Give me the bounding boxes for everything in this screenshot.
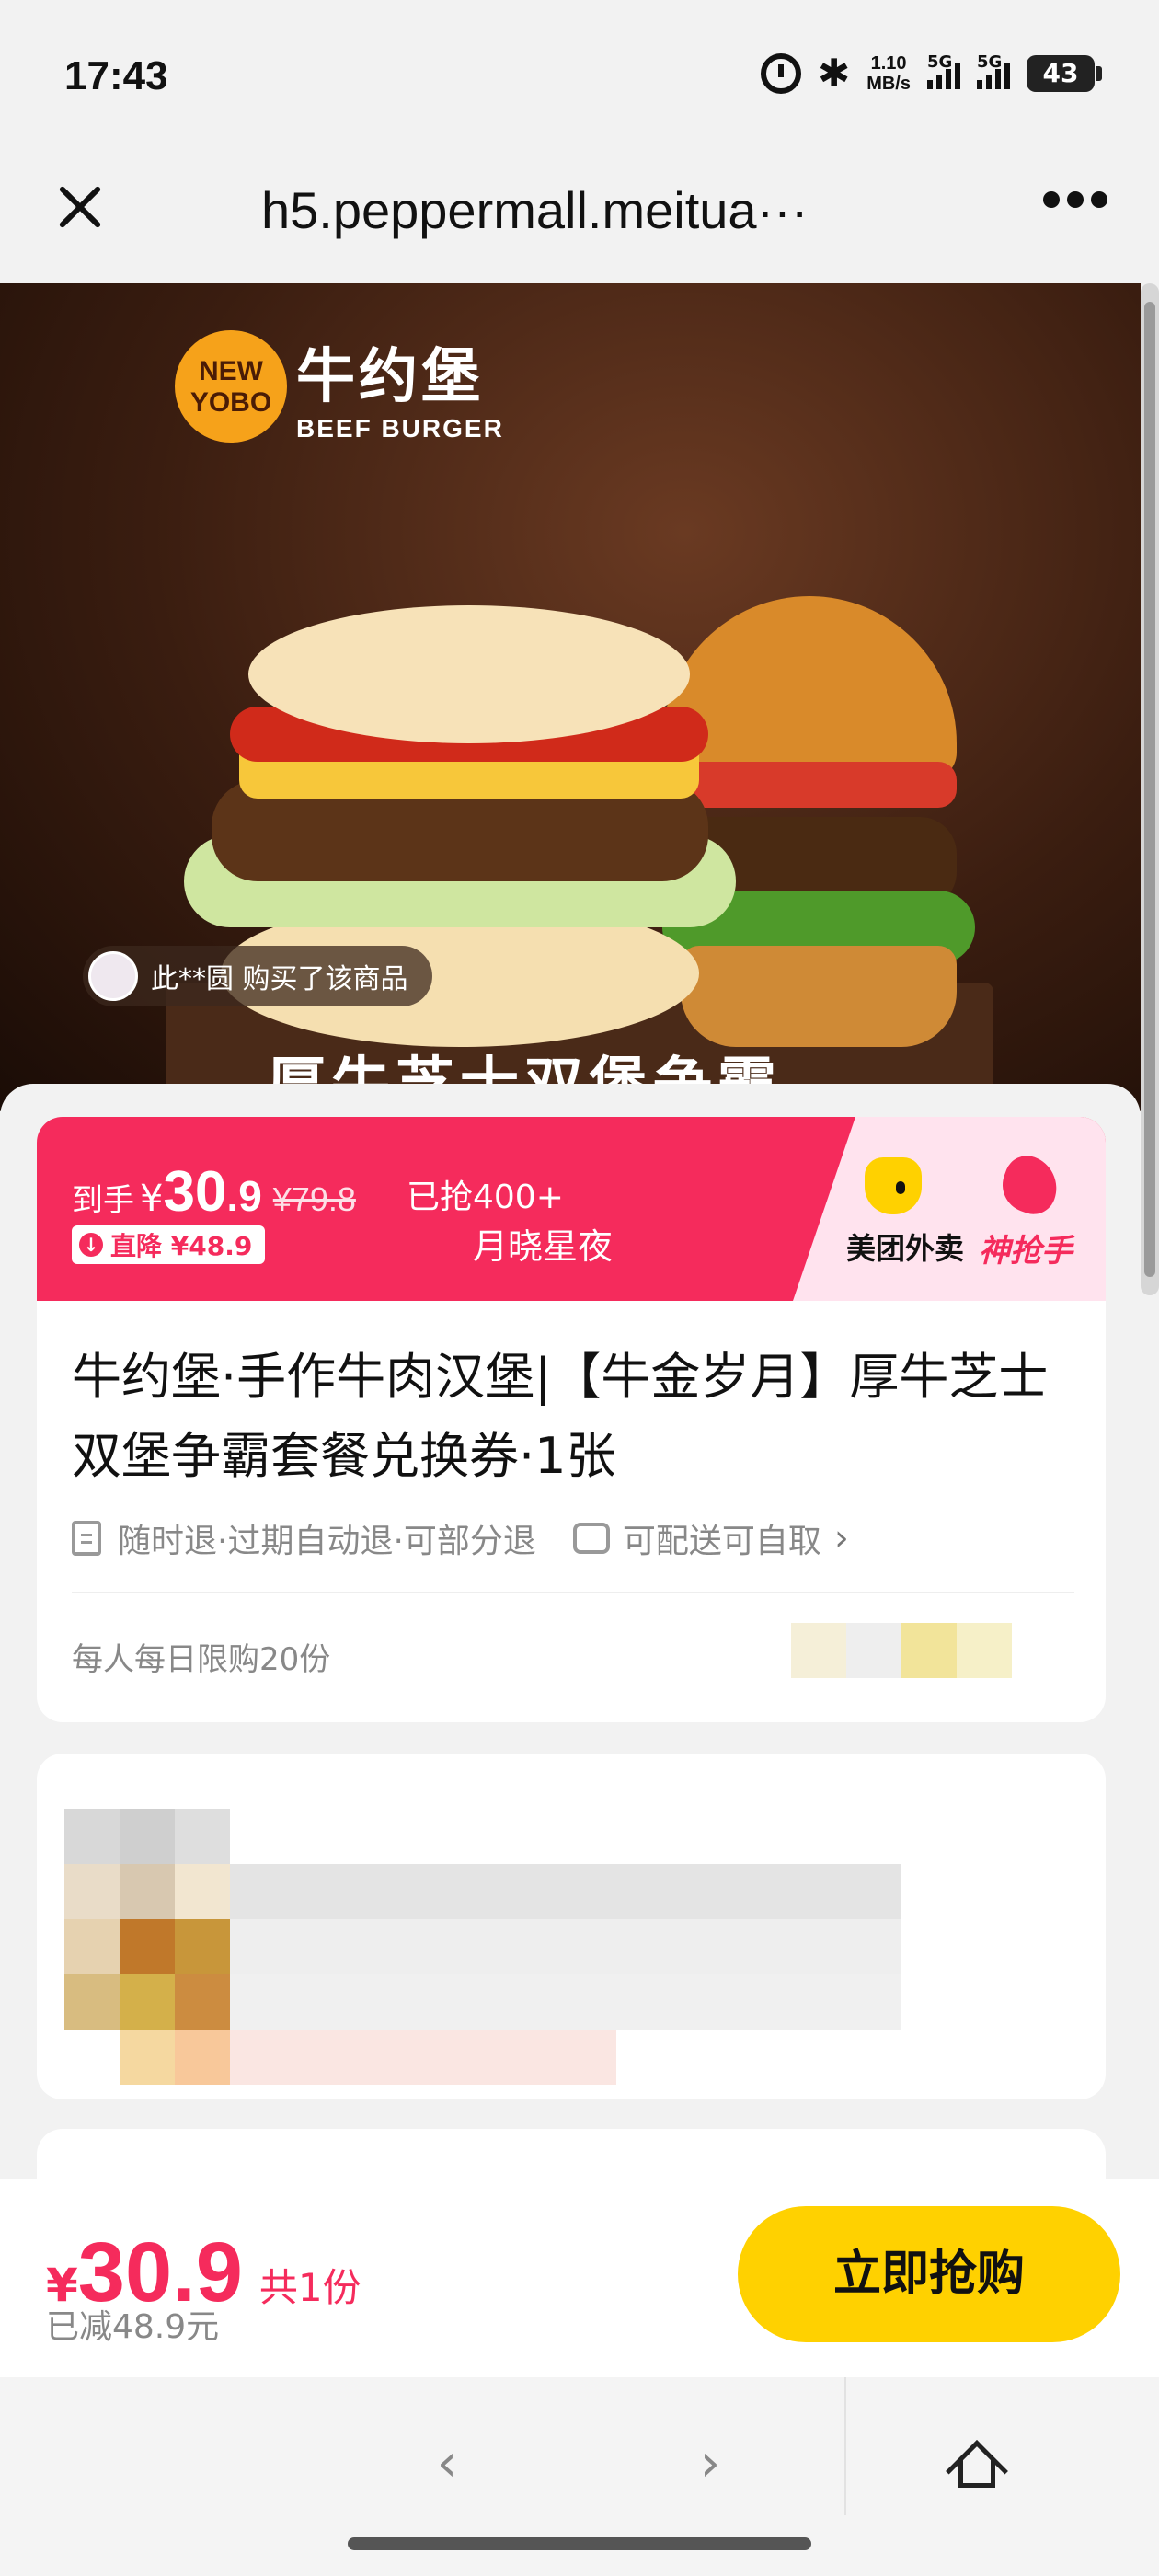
status-time: 17:43 xyxy=(64,53,168,98)
net-speed: 1.10 MB/s xyxy=(866,53,911,94)
url-text[interactable]: h5.peppermall.meitua··· xyxy=(261,180,924,240)
home-indicator[interactable] xyxy=(348,2537,811,2550)
signal-icon-2: 5G xyxy=(977,52,1010,89)
arrow-down-icon: ↓ xyxy=(79,1233,103,1257)
logo-cn: 牛约堡 xyxy=(296,343,484,411)
final-price-label: 到手 xyxy=(72,1182,134,1219)
burger-illustration xyxy=(166,596,993,1111)
browser-bar: h5.peppermall.meitua··· xyxy=(0,147,1159,283)
brand-meituan-waimai: 美团外卖 xyxy=(846,1231,965,1266)
net-speed-value: 1.10 xyxy=(870,52,907,74)
original-price: ¥79.8 xyxy=(272,1180,356,1218)
delivery-icon xyxy=(572,1523,610,1554)
page: 17:43 ✱ 1.10 MB/s 5G 5G 43 h5.peppermall… xyxy=(0,0,1159,2576)
price-banner: 到手 ¥ 30 .9 ¥79.8 已抢400+ ↓ 直降 ¥48.9 月晓星夜 … xyxy=(37,1117,1106,1301)
logo-en: BEEF BURGER xyxy=(296,414,504,443)
bluetooth-icon: ✱ xyxy=(818,51,851,96)
signal-icon-1: 5G xyxy=(927,52,960,89)
banner-brand-area xyxy=(793,1117,1106,1301)
price-decimal: .9 xyxy=(226,1172,262,1220)
sold-count: 已抢400+ xyxy=(407,1179,564,1216)
price-drop-text: 直降 ¥48.9 xyxy=(110,1231,253,1261)
logo-text: 牛约堡 BEEF BURGER xyxy=(296,329,504,443)
price-drop-tag: ↓ 直降 ¥48.9 xyxy=(72,1225,266,1264)
refund-policy: 随时退·过期自动退·可部分退 xyxy=(118,1523,536,1560)
product-info-card: 牛约堡·手作牛肉汉堡|【牛金岁月】厚牛芝士双堡争霸套餐兑换券·1张 随时退·过期… xyxy=(37,1301,1106,1722)
status-icons: ✱ 1.10 MB/s 5G 5G 43 xyxy=(761,51,1102,96)
divider xyxy=(844,2377,846,2515)
logo-badge: NEW YOBO xyxy=(175,330,287,443)
delivery-option: 可配送可自取 xyxy=(622,1523,821,1560)
recent-buyer-text: 此**圆 购买了该商品 xyxy=(151,963,408,995)
currency-symbol: ¥ xyxy=(140,1178,164,1220)
alarm-icon xyxy=(761,52,801,94)
signal-2-label: 5G xyxy=(977,52,1003,72)
close-icon[interactable] xyxy=(52,179,107,235)
document-icon xyxy=(72,1521,101,1556)
scrollbar[interactable] xyxy=(1141,283,1159,1295)
footer-quantity: 共1份 xyxy=(258,2265,361,2310)
meituan-mascot-icon xyxy=(865,1157,922,1214)
brand-logo: NEW YOBO 牛约堡 BEEF BURGER xyxy=(175,329,504,443)
final-price: 到手 ¥ 30 .9 ¥79.8 xyxy=(72,1159,356,1225)
status-bar: 17:43 ✱ 1.10 MB/s 5G 5G 43 xyxy=(0,0,1159,147)
divider xyxy=(72,1592,1074,1593)
policy-row[interactable]: 随时退·过期自动退·可部分退 可配送可自取 › xyxy=(72,1514,849,1562)
product-hero-image[interactable]: NEW YOBO 牛约堡 BEEF BURGER 此**圆 购买了该商品 厚牛芝… xyxy=(0,283,1141,1111)
store-info-card-redacted[interactable] xyxy=(37,1754,1106,2099)
promo-slogan: 月晓星夜 xyxy=(473,1226,614,1267)
forward-icon[interactable]: › xyxy=(683,2436,738,2491)
signal-1-label: 5G xyxy=(927,52,953,72)
price-integer: 30 xyxy=(163,1160,227,1224)
buy-now-button[interactable]: 立即抢购 xyxy=(738,2206,1120,2342)
recent-buyer-notice: 此**圆 购买了该商品 xyxy=(83,946,432,1006)
brand-shenqiangshou: 神抢手 xyxy=(979,1233,1073,1270)
avatar xyxy=(88,951,138,1001)
net-speed-unit: MB/s xyxy=(866,73,911,94)
more-icon[interactable] xyxy=(1043,191,1107,208)
purchase-bar: ¥ 30.9 共1份 已减48.9元 立即抢购 xyxy=(0,2179,1159,2377)
purchase-limit: 每人每日限购20份 xyxy=(72,1641,331,1678)
product-title: 牛约堡·手作牛肉汉堡|【牛金岁月】厚牛芝士双堡争霸套餐兑换券·1张 xyxy=(72,1348,1049,1485)
footer-saved: 已减48.9元 xyxy=(46,2308,220,2346)
chevron-right-icon: › xyxy=(833,1517,849,1559)
back-icon[interactable]: ‹ xyxy=(419,2436,475,2491)
home-icon[interactable] xyxy=(946,2440,1008,2502)
battery-icon: 43 xyxy=(1027,54,1102,92)
